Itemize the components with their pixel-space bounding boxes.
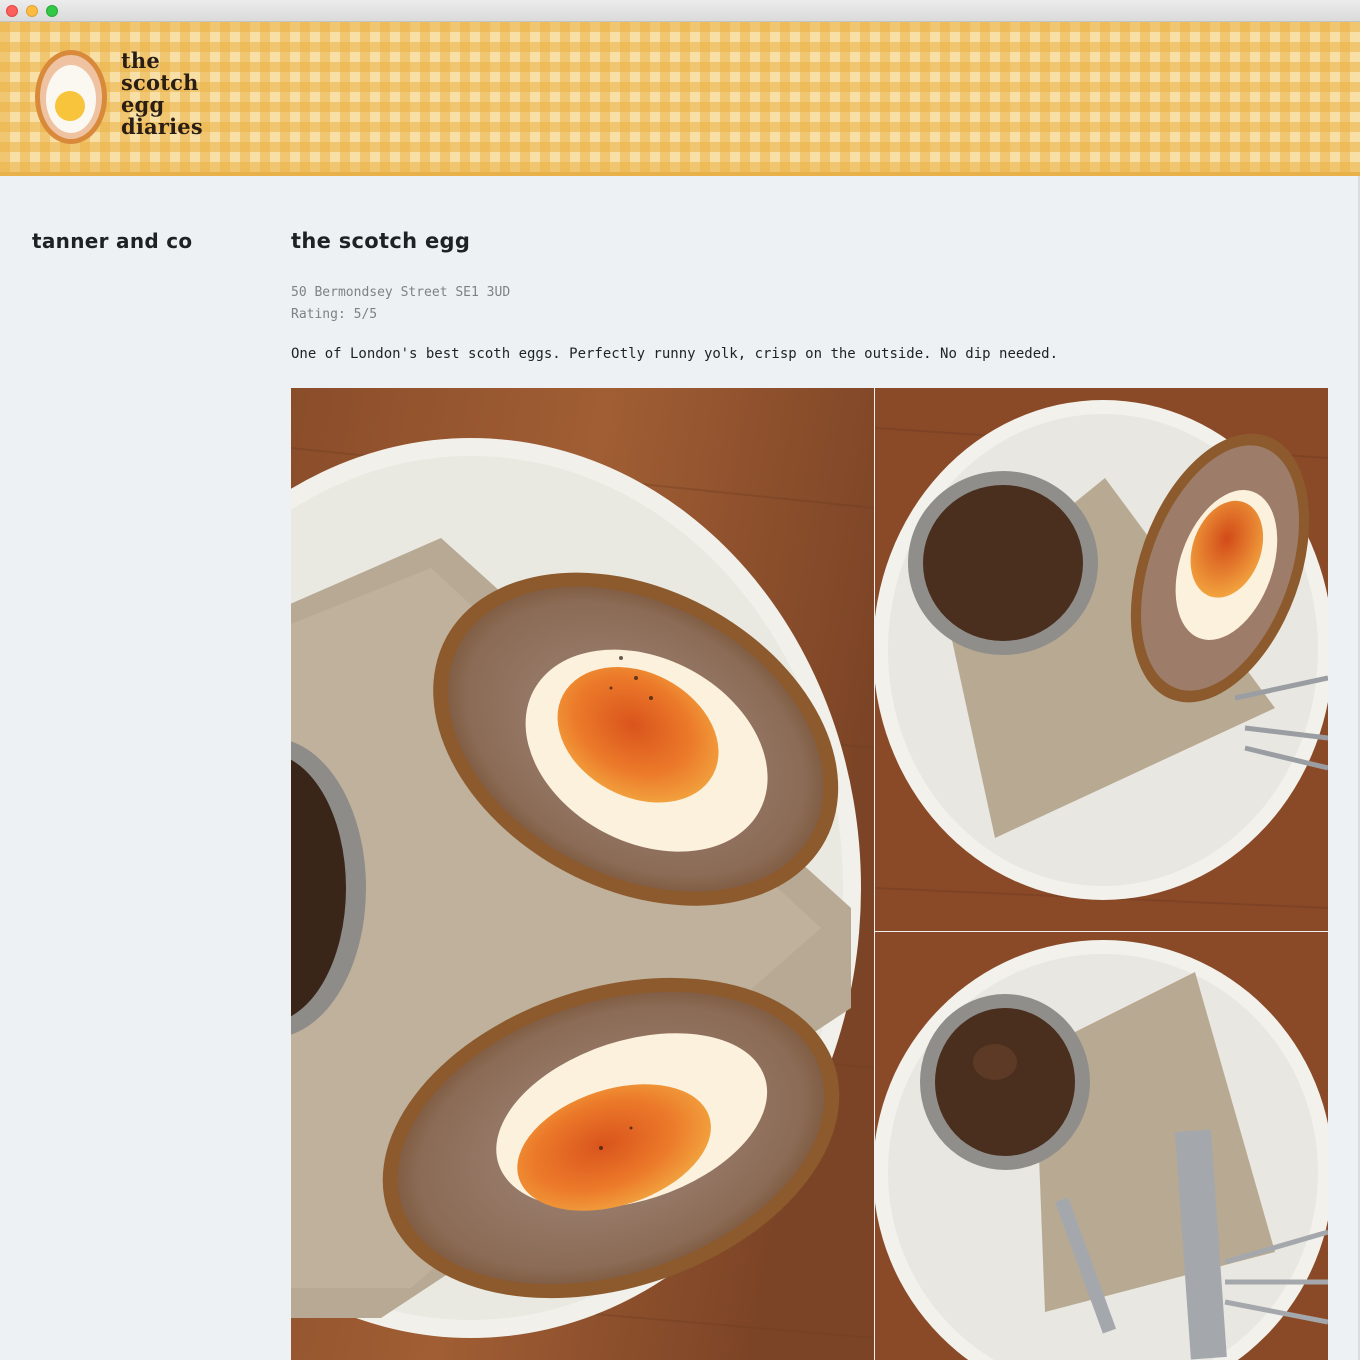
sidebar-title[interactable]: tanner and co — [32, 229, 192, 253]
window-title-bar — [0, 0, 1360, 22]
logo-line: diaries — [121, 114, 203, 139]
post-meta: 50 Bermondsey Street SE1 3UD Rating: 5/5 — [291, 282, 510, 326]
post-rating: Rating: 5/5 — [291, 307, 378, 322]
egg-icon[interactable] — [32, 46, 110, 150]
logo-line: scotch — [121, 70, 199, 95]
site-logo-text[interactable]: the scotch egg diaries — [121, 50, 203, 138]
minimize-window-button[interactable] — [26, 5, 38, 17]
maximize-window-button[interactable] — [46, 5, 58, 17]
post-address: 50 Bermondsey Street SE1 3UD — [291, 285, 511, 300]
scotch-egg-photo-bottom-right — [875, 932, 1328, 1360]
post-title: the scotch egg — [291, 229, 471, 253]
close-window-button[interactable] — [6, 5, 18, 17]
logo-line: egg — [121, 92, 165, 117]
post-description: One of London's best scoth eggs. Perfect… — [291, 346, 1059, 362]
logo-line: the — [121, 48, 160, 73]
site-header: the scotch egg diaries — [0, 22, 1360, 176]
scotch-egg-photo-main — [291, 388, 874, 1360]
scotch-egg-photo-top-right — [875, 388, 1328, 931]
